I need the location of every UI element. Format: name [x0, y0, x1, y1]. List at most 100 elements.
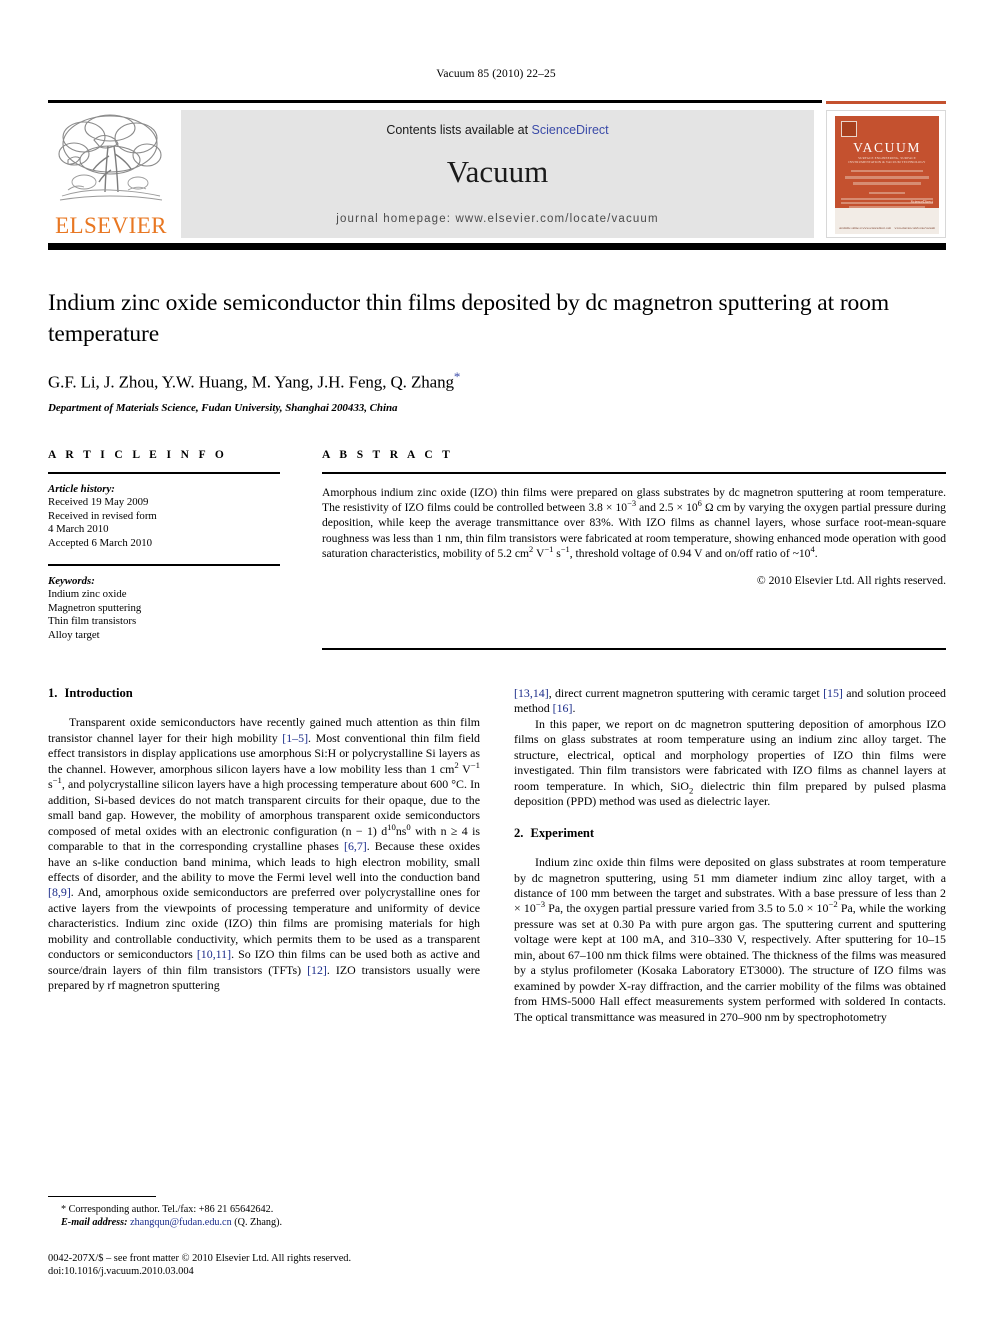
abstract-copyright: © 2010 Elsevier Ltd. All rights reserved… — [756, 574, 946, 588]
doi-line: doi:10.1016/j.vacuum.2010.03.004 — [48, 1266, 194, 1278]
contents-panel: Contents lists available at ScienceDirec… — [181, 110, 814, 238]
section-title: Introduction — [64, 686, 133, 700]
cover-authors-band — [845, 176, 929, 179]
text-seg: Pa, while the working pressure was set a… — [514, 901, 946, 1024]
corresponding-author-note: * Corresponding author. Tel./fax: +86 21… — [61, 1204, 274, 1215]
citation-link[interactable]: [6,7] — [344, 839, 367, 853]
email-suffix: (Q. Zhang). — [234, 1217, 283, 1229]
citation-link[interactable]: [8,9] — [48, 885, 71, 899]
author-names: G.F. Li, J. Zhou, Y.W. Huang, M. Yang, J… — [48, 372, 454, 392]
cover-emblem-icon — [841, 121, 857, 137]
history-item: Accepted 6 March 2010 — [48, 536, 153, 549]
article-info-block: A R T I C L E I N F O Article history: R… — [48, 449, 280, 642]
text-sup: −3 — [535, 899, 546, 910]
issn-frontmatter-line: 0042-207X/$ – see front matter © 2010 El… — [48, 1253, 352, 1264]
paragraph-experiment: Indium zinc oxide thin films were deposi… — [514, 855, 946, 1025]
section-number: 1. — [48, 686, 58, 700]
text-seg: Pa, the oxygen partial pressure varied f… — [545, 901, 829, 916]
email-link[interactable]: zhangqun@fudan.edu.cn — [130, 1217, 232, 1228]
sciencedirect-link[interactable]: ScienceDirect — [532, 123, 609, 137]
journal-title: Vacuum — [446, 154, 549, 189]
text-sup: −2 — [828, 899, 838, 910]
cover-rule-2 — [869, 192, 905, 194]
citation-link[interactable]: [16] — [553, 701, 573, 715]
section-title: Experiment — [530, 825, 595, 840]
citation-link[interactable]: [10,11] — [197, 947, 231, 961]
abstract-seg: and 2.5 × 10 — [636, 501, 698, 515]
masthead-top-rule — [48, 100, 822, 103]
footnote-block: * Corresponding author. Tel./fax: +86 21… — [48, 1196, 480, 1229]
cover-sciencedirect-label: ScienceDirect — [910, 199, 933, 204]
text-sup: 10 — [387, 821, 396, 832]
section-heading-introduction: 1. Introduction — [48, 686, 480, 701]
elsevier-logo: ELSEVIER — [50, 110, 172, 238]
abstract-sup: −1 — [544, 543, 554, 554]
article-title: Indium zinc oxide semiconductor thin fil… — [48, 290, 890, 347]
corresponding-author-marker[interactable]: * — [454, 369, 461, 384]
cover-top-rule — [826, 101, 946, 104]
keyword-item: Alloy target — [48, 628, 100, 641]
masthead-bottom-rule — [48, 243, 946, 250]
citation-link[interactable]: [13,14] — [514, 686, 549, 700]
journal-homepage-link[interactable]: journal homepage: www.elsevier.com/locat… — [181, 213, 814, 225]
text-seg: . — [572, 701, 576, 716]
abstract-seg: . — [814, 546, 818, 560]
abstract-bottom-rule — [322, 648, 946, 650]
paper-page: Vacuum 85 (2010) 22–25 ELSEVIER Contents… — [0, 0, 992, 1323]
abstract-seg: , threshold voltage of 0.94 V and on/off… — [569, 546, 811, 560]
paragraph-introduction-continued: [13,14], direct current magnetron sputte… — [514, 686, 946, 717]
text-seg: V — [458, 761, 471, 776]
cover-subtitle: SURFACE ENGINEERING, SURFACE INSTRUMENTA… — [848, 156, 926, 165]
cover-footer-right: www.elsevier.com/locate/vacuum — [894, 226, 935, 230]
journal-masthead: ELSEVIER Contents lists available at Sci… — [48, 100, 946, 250]
author-list: G.F. Li, J. Zhou, Y.W. Huang, M. Yang, J… — [48, 369, 946, 393]
body-column-right: [13,14], direct current magnetron sputte… — [514, 686, 946, 1025]
cover-footer-left: Available online at www.sciencedirect.co… — [839, 226, 891, 230]
keywords-label: Keywords: — [48, 575, 95, 588]
text-sup: −1 — [470, 759, 480, 770]
keywords-block: Keywords: Indium zinc oxide Magnetron sp… — [48, 575, 280, 642]
history-item: Received 19 May 2009 — [48, 496, 149, 509]
keyword-item: Indium zinc oxide — [48, 588, 127, 601]
email-label: E-mail address: — [61, 1217, 128, 1229]
abstract-rule — [322, 472, 946, 474]
citation-link[interactable]: [1–5] — [282, 731, 308, 745]
keyword-item: Magnetron sputtering — [48, 601, 142, 614]
article-info-label: A R T I C L E I N F O — [48, 449, 228, 461]
cover-authors-band-2 — [853, 182, 921, 185]
text-sup: −1 — [52, 775, 62, 786]
abstract-sup: −1 — [560, 543, 570, 554]
article-history: Article history: Received 19 May 2009 Re… — [48, 483, 280, 550]
running-head: Vacuum 85 (2010) 22–25 — [436, 68, 556, 80]
affiliation: Department of Materials Science, Fudan U… — [48, 401, 398, 414]
footnote-rule — [48, 1196, 156, 1197]
cover-rule-1 — [851, 170, 923, 172]
abstract-sup: −3 — [627, 498, 637, 509]
email-note: E-mail address: zhangqun@fudan.edu.cn (Q… — [48, 1216, 480, 1229]
citation-link[interactable]: [15] — [823, 686, 843, 700]
text-seg: ns — [395, 823, 407, 838]
keyword-item: Thin film transistors — [48, 615, 137, 628]
body-column-left: 1. Introduction Transparent oxide semicon… — [48, 686, 480, 994]
article-history-label: Article history: — [48, 483, 115, 495]
citation-link[interactable]: [12] — [307, 963, 327, 977]
contents-prefix: Contents lists available at — [386, 123, 532, 137]
cover-artwork: VACUUM SURFACE ENGINEERING, SURFACE INST… — [835, 116, 939, 234]
article-info-rule — [48, 472, 280, 474]
cover-footer-strip: Available online at www.sciencedirect.co… — [835, 208, 939, 234]
history-item: Received in revised form — [48, 509, 157, 522]
section-heading-experiment: 2. Experiment — [514, 826, 946, 841]
cover-title: VACUUM — [853, 140, 921, 155]
abstract-text: Amorphous indium zinc oxide (IZO) thin f… — [322, 485, 946, 561]
keywords-rule — [48, 564, 280, 567]
history-item: 4 March 2010 — [48, 523, 109, 536]
text-seg: , direct current magnetron sputtering wi… — [548, 686, 824, 700]
imprint-block: 0042-207X/$ – see front matter © 2010 El… — [48, 1252, 508, 1279]
elsevier-tree-icon — [58, 114, 163, 201]
contents-available-line: Contents lists available at ScienceDirec… — [181, 123, 814, 137]
abstract-seg: V — [533, 546, 545, 560]
abstract-block: A B S T R A C T Amorphous indium zinc ox… — [322, 449, 946, 587]
journal-cover-thumbnail: VACUUM SURFACE ENGINEERING, SURFACE INST… — [826, 110, 946, 238]
title-block: Indium zinc oxide semiconductor thin fil… — [48, 288, 946, 414]
